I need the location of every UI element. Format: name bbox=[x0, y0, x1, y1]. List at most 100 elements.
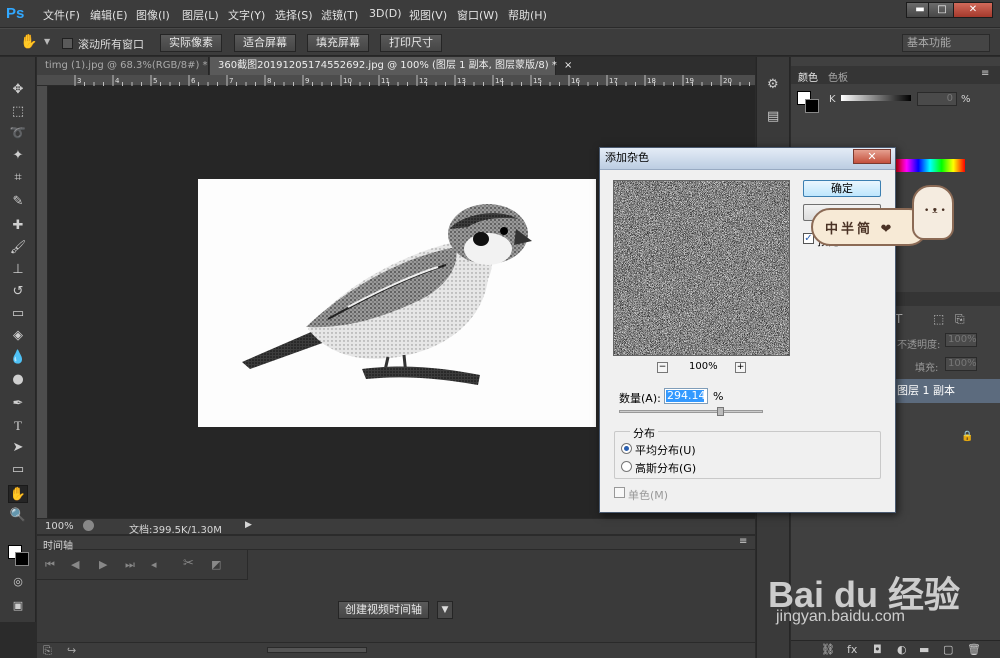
zoom-in-button[interactable]: + bbox=[735, 362, 746, 373]
layer-row-active[interactable]: 图层 1 副本 bbox=[893, 379, 1000, 403]
status-menu-arrow-icon[interactable]: ▶ bbox=[245, 520, 252, 530]
audio-icon[interactable]: ◂ bbox=[151, 558, 157, 571]
fill-field[interactable]: 100% bbox=[945, 357, 977, 371]
layer-filter-type-icon[interactable]: T bbox=[895, 312, 902, 326]
menu-filter[interactable]: 滤镜(T) bbox=[321, 7, 358, 23]
zoom-level[interactable]: 100% bbox=[45, 521, 74, 532]
k-channel-slider[interactable] bbox=[841, 95, 911, 101]
actual-pixels-button[interactable]: 实际像素 bbox=[160, 34, 222, 52]
tab-close-icon[interactable]: × bbox=[564, 60, 572, 71]
pen-tool-icon[interactable]: ✒ bbox=[8, 395, 28, 413]
menu-image[interactable]: 图像(I) bbox=[136, 7, 170, 23]
menu-edit[interactable]: 编辑(E) bbox=[90, 7, 128, 23]
hand-tool-icon-active[interactable]: ✋ bbox=[8, 485, 28, 503]
menu-view[interactable]: 视图(V) bbox=[409, 7, 447, 23]
opacity-field[interactable]: 100% bbox=[945, 333, 977, 347]
first-frame-icon[interactable]: ⏮ bbox=[45, 558, 55, 572]
maximize-button[interactable]: □ bbox=[928, 2, 956, 18]
amount-value[interactable]: 294.14 bbox=[666, 390, 706, 402]
menu-3d[interactable]: 3D(D) bbox=[369, 7, 402, 20]
quick-select-tool-icon[interactable]: ✦ bbox=[8, 147, 28, 165]
layer-filter-smart-icon[interactable]: ⎘ bbox=[955, 312, 965, 327]
bg-color-chip[interactable] bbox=[805, 99, 819, 113]
tab-swatches[interactable]: 色板 bbox=[828, 69, 848, 84]
tab-screenshot-active[interactable]: 360截图20191205174552692.jpg @ 100% (图层 1 … bbox=[210, 57, 572, 75]
menu-type[interactable]: 文字(Y) bbox=[228, 7, 265, 23]
marquee-tool-icon[interactable]: ⬚ bbox=[8, 103, 28, 121]
lasso-tool-icon[interactable]: ➰ bbox=[8, 125, 28, 143]
layer-filter-shape-icon[interactable]: ⬚ bbox=[933, 312, 944, 326]
adjustment-layer-icon[interactable]: ◐ bbox=[897, 643, 907, 656]
previous-frame-icon[interactable]: ◀ bbox=[71, 558, 79, 571]
amount-slider-track[interactable] bbox=[619, 410, 763, 413]
uniform-radio[interactable] bbox=[621, 443, 632, 454]
tab-color[interactable]: 颜色 bbox=[798, 69, 818, 84]
eyedropper-tool-icon[interactable]: ✎ bbox=[8, 193, 28, 211]
move-tool-icon[interactable]: ✥ bbox=[8, 81, 28, 99]
convert-frames-icon[interactable]: ⎘ bbox=[43, 644, 52, 658]
tool-preset-dropdown-icon[interactable]: ▼ bbox=[44, 37, 50, 46]
add-mask-icon[interactable]: ◘ bbox=[873, 643, 882, 656]
crop-tool-icon[interactable]: ⌗ bbox=[8, 169, 28, 187]
clone-stamp-tool-icon[interactable]: ⊥ bbox=[8, 261, 28, 279]
hand-tool-icon[interactable]: ✋ bbox=[20, 34, 37, 50]
close-window-button[interactable]: ✕ bbox=[953, 2, 993, 18]
play-icon[interactable]: ▶ bbox=[99, 558, 107, 571]
menu-help[interactable]: 帮助(H) bbox=[508, 7, 547, 23]
history-brush-tool-icon[interactable]: ↺ bbox=[8, 283, 28, 301]
history-panel-icon[interactable]: ⚙ bbox=[767, 77, 779, 92]
link-layers-icon[interactable]: ⛓ bbox=[821, 643, 835, 656]
fit-screen-button[interactable]: 适合屏幕 bbox=[234, 34, 296, 52]
healing-brush-tool-icon[interactable]: ✚ bbox=[8, 217, 28, 235]
new-group-icon[interactable]: ▬ bbox=[919, 643, 929, 656]
uniform-label[interactable]: 平均分布(U) bbox=[635, 442, 696, 458]
path-select-tool-icon[interactable]: ➤ bbox=[8, 439, 28, 457]
color-panel-menu-icon[interactable]: ≡ bbox=[981, 68, 989, 79]
create-video-timeline-button[interactable]: 创建视频时间轴 bbox=[338, 601, 429, 619]
type-tool-icon[interactable]: T bbox=[8, 417, 28, 435]
zoom-out-button[interactable]: − bbox=[657, 362, 668, 373]
split-scissors-icon[interactable]: ✂ bbox=[183, 556, 194, 571]
amount-slider-thumb[interactable] bbox=[716, 407, 724, 416]
timeline-menu-icon[interactable]: ≡ bbox=[739, 536, 747, 547]
color-spectrum-bar[interactable] bbox=[895, 159, 965, 172]
screen-mode-icon[interactable]: ▣ bbox=[8, 597, 28, 615]
eraser-tool-icon[interactable]: ▭ bbox=[8, 305, 28, 323]
paint-bucket-tool-icon[interactable]: ◈ bbox=[8, 327, 28, 345]
k-value-field[interactable]: 0 bbox=[917, 92, 957, 106]
quick-mask-icon[interactable]: ◎ bbox=[8, 573, 28, 591]
noise-preview[interactable] bbox=[613, 180, 790, 356]
fill-screen-button[interactable]: 填充屏幕 bbox=[307, 34, 369, 52]
dialog-close-button[interactable]: ✕ bbox=[853, 149, 891, 164]
print-size-button[interactable]: 打印尺寸 bbox=[380, 34, 442, 52]
document-image-sparrow[interactable] bbox=[198, 179, 596, 427]
monochrome-checkbox[interactable] bbox=[614, 487, 625, 498]
brush-tool-icon[interactable]: 🖌 bbox=[8, 239, 28, 257]
properties-panel-icon[interactable]: ▤ bbox=[767, 109, 779, 124]
workspace-select[interactable]: 基本功能 bbox=[902, 34, 990, 52]
blur-tool-icon[interactable]: 💧 bbox=[8, 349, 28, 367]
next-frame-icon[interactable]: ⏭ bbox=[125, 558, 135, 572]
menu-select[interactable]: 选择(S) bbox=[275, 7, 313, 23]
tab-timg[interactable]: timg (1).jpg @ 68.3%(RGB/8#) * × bbox=[37, 57, 223, 75]
delete-layer-icon[interactable]: 🗑 bbox=[967, 643, 981, 656]
status-info-icon[interactable] bbox=[83, 520, 94, 531]
menu-window[interactable]: 窗口(W) bbox=[457, 7, 498, 23]
gaussian-label[interactable]: 高斯分布(G) bbox=[635, 460, 696, 476]
render-video-icon[interactable]: ↪ bbox=[67, 644, 76, 657]
dodge-tool-icon[interactable]: ● bbox=[8, 371, 28, 389]
shape-tool-icon[interactable]: ▭ bbox=[8, 461, 28, 479]
timeline-type-dropdown-icon[interactable]: ▼ bbox=[437, 601, 453, 619]
ok-button[interactable]: 确定 bbox=[803, 180, 881, 197]
gaussian-radio[interactable] bbox=[621, 461, 632, 472]
noise-texture bbox=[614, 181, 789, 355]
layer-style-icon[interactable]: fx bbox=[847, 643, 857, 656]
zoom-tool-icon[interactable]: 🔍 bbox=[8, 507, 28, 525]
scroll-all-windows-checkbox[interactable] bbox=[62, 38, 73, 49]
transition-icon[interactable]: ◩ bbox=[211, 558, 221, 571]
new-layer-icon[interactable]: ▢ bbox=[943, 643, 953, 656]
background-color-swatch[interactable] bbox=[15, 552, 29, 566]
timeline-zoom-slider[interactable] bbox=[267, 647, 367, 653]
menu-file[interactable]: 文件(F) bbox=[43, 7, 80, 23]
menu-layer[interactable]: 图层(L) bbox=[182, 7, 219, 23]
